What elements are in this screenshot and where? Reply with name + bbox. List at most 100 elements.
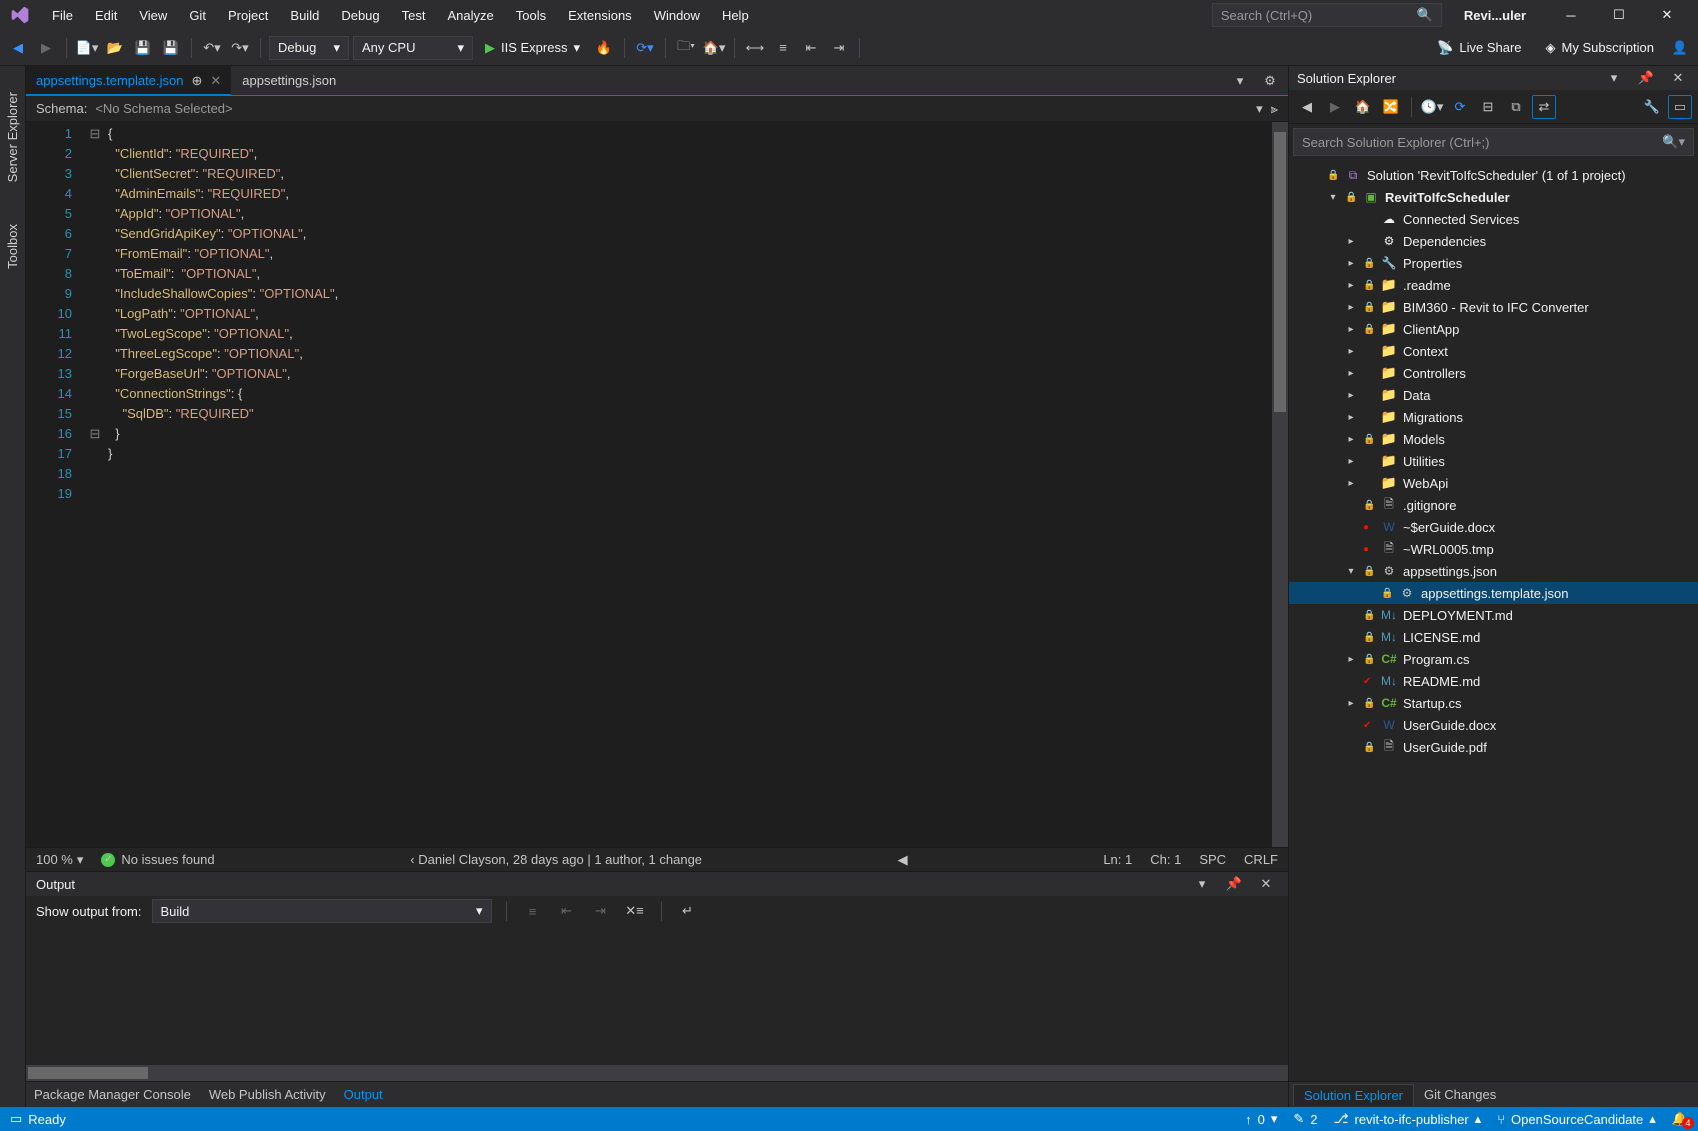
menu-window[interactable]: Window bbox=[644, 4, 710, 27]
tree-node[interactable]: 🔒🗎UserGuide.pdf bbox=[1289, 736, 1698, 758]
start-debug-button[interactable]: ▶ IIS Express ▾ bbox=[477, 36, 588, 60]
tree-node[interactable]: ▸🔒C#Startup.cs bbox=[1289, 692, 1698, 714]
tree-node[interactable]: ▸🔒ClientApp bbox=[1289, 318, 1698, 340]
expander-icon[interactable]: ▾ bbox=[1345, 566, 1357, 577]
collapse-all-button[interactable]: ⊟ bbox=[1476, 95, 1500, 119]
tab-appsettings-template[interactable]: appsettings.template.json ⊕ ✕ bbox=[26, 66, 232, 95]
undo-button[interactable]: ↶▾ bbox=[200, 36, 224, 60]
close-button[interactable]: ✕ bbox=[1644, 0, 1690, 30]
show-all-files-button[interactable]: ⧉ bbox=[1504, 95, 1528, 119]
menu-build[interactable]: Build bbox=[280, 4, 329, 27]
maximize-button[interactable]: ☐ bbox=[1596, 0, 1642, 30]
tree-node[interactable]: ▸WebApi bbox=[1289, 472, 1698, 494]
outdent-icon[interactable]: ⇤ bbox=[799, 36, 823, 60]
sync-button[interactable]: ⟳ bbox=[1448, 95, 1472, 119]
bottom-tab-package-manager-console[interactable]: Package Manager Console bbox=[34, 1087, 191, 1102]
codelens-info[interactable]: ‹ Daniel Clayson, 28 days ago | 1 author… bbox=[410, 852, 702, 867]
hot-reload-button[interactable]: 🔥 bbox=[592, 36, 616, 60]
tree-node[interactable]: 🔒🗎.gitignore bbox=[1289, 494, 1698, 516]
new-item-button[interactable]: 📄▾ bbox=[75, 36, 99, 60]
expander-icon[interactable]: ▸ bbox=[1345, 324, 1357, 335]
expander-icon[interactable]: ▸ bbox=[1345, 390, 1357, 401]
solution-explorer-search[interactable]: Search Solution Explorer (Ctrl+;) 🔍▾ bbox=[1293, 128, 1694, 156]
solution-tree[interactable]: 🔒⧉Solution 'RevitToIfcScheduler' (1 of 1… bbox=[1289, 160, 1698, 1081]
tab-appsettings[interactable]: appsettings.json bbox=[232, 66, 347, 95]
horizontal-scrollbar[interactable] bbox=[26, 1065, 1288, 1081]
clear-all-button[interactable]: ✕≡ bbox=[623, 899, 647, 923]
save-button[interactable]: 💾 bbox=[131, 36, 155, 60]
solution-config-combo[interactable]: Debug▾ bbox=[269, 36, 349, 60]
open-button[interactable]: 📂 bbox=[103, 36, 127, 60]
tree-node[interactable]: ●🗎~WRL0005.tmp bbox=[1289, 538, 1698, 560]
scrollbar-thumb[interactable] bbox=[1274, 132, 1286, 412]
tree-node[interactable]: ✔WUserGuide.docx bbox=[1289, 714, 1698, 736]
menu-tools[interactable]: Tools bbox=[506, 4, 556, 27]
output-source-combo[interactable]: Build▾ bbox=[152, 899, 492, 923]
menu-extensions[interactable]: Extensions bbox=[558, 4, 642, 27]
eol-indicator[interactable]: CRLF bbox=[1244, 852, 1278, 867]
tree-node[interactable]: ▸🔒Models bbox=[1289, 428, 1698, 450]
output-body[interactable] bbox=[26, 926, 1288, 1081]
tree-node[interactable]: ▸Migrations bbox=[1289, 406, 1698, 428]
tree-node[interactable]: ✔M↓README.md bbox=[1289, 670, 1698, 692]
tree-node[interactable]: ▸🔒.readme bbox=[1289, 274, 1698, 296]
indent-indicator[interactable]: SPC bbox=[1199, 852, 1226, 867]
tree-node[interactable]: 🔒⧉Solution 'RevitToIfcScheduler' (1 of 1… bbox=[1289, 164, 1698, 186]
menu-help[interactable]: Help bbox=[712, 4, 759, 27]
close-panel-button[interactable]: ✕ bbox=[1254, 872, 1278, 896]
notifications-button[interactable]: 🔔4 bbox=[1672, 1111, 1688, 1127]
menu-view[interactable]: View bbox=[129, 4, 177, 27]
goto-prev-button[interactable]: ⇤ bbox=[555, 899, 579, 923]
expander-icon[interactable]: ▸ bbox=[1345, 302, 1357, 313]
menu-file[interactable]: File bbox=[42, 4, 83, 27]
switch-views-button[interactable]: 🔀 bbox=[1379, 95, 1403, 119]
tree-node[interactable]: ☁Connected Services bbox=[1289, 208, 1698, 230]
expander-icon[interactable]: ▾ bbox=[1327, 192, 1339, 203]
pending-changes[interactable]: ✎2 bbox=[1293, 1111, 1317, 1127]
bottom-tab-output[interactable]: Output bbox=[344, 1087, 383, 1102]
expander-icon[interactable]: ▸ bbox=[1345, 346, 1357, 357]
tree-node[interactable]: ▾🔒▣RevitToIfcScheduler bbox=[1289, 186, 1698, 208]
expander-icon[interactable]: ▸ bbox=[1345, 258, 1357, 269]
comment-button[interactable]: ≡ bbox=[771, 36, 795, 60]
tree-node[interactable]: ▸🔒🔧Properties bbox=[1289, 252, 1698, 274]
tree-node[interactable]: ▸Utilities bbox=[1289, 450, 1698, 472]
expander-icon[interactable]: ▸ bbox=[1345, 412, 1357, 423]
line-indicator[interactable]: Ln: 1 bbox=[1103, 852, 1132, 867]
right-tab-git-changes[interactable]: Git Changes bbox=[1414, 1084, 1506, 1105]
expander-icon[interactable]: ▸ bbox=[1345, 368, 1357, 379]
tree-node[interactable]: ▸Controllers bbox=[1289, 362, 1698, 384]
schema-value[interactable]: <No Schema Selected> bbox=[95, 101, 1256, 116]
tree-node[interactable]: ●W~$erGuide.docx bbox=[1289, 516, 1698, 538]
tree-node[interactable]: ▸Context bbox=[1289, 340, 1698, 362]
account-button[interactable]: 👤 bbox=[1668, 36, 1692, 60]
vertical-scrollbar[interactable] bbox=[1272, 122, 1288, 847]
right-tab-solution-explorer[interactable]: Solution Explorer bbox=[1293, 1084, 1414, 1106]
panel-dropdown-button[interactable]: ▾ bbox=[1190, 872, 1214, 896]
indent-icon[interactable]: ⇥ bbox=[827, 36, 851, 60]
preview-toggle[interactable]: ▭ bbox=[1668, 95, 1692, 119]
tree-node[interactable]: ▸🔒C#Program.cs bbox=[1289, 648, 1698, 670]
code-content[interactable]: { "ClientId": "REQUIRED", "ClientSecret"… bbox=[104, 122, 1272, 847]
pending-changes-filter-button[interactable]: 🕓▾ bbox=[1420, 95, 1444, 119]
expander-icon[interactable]: ▸ bbox=[1345, 698, 1357, 709]
nav-back-button[interactable]: ◀ bbox=[1295, 95, 1319, 119]
solution-platform-combo[interactable]: Any CPU▾ bbox=[353, 36, 473, 60]
refresh-button[interactable]: ⟳▾ bbox=[633, 36, 657, 60]
word-wrap-button[interactable]: ↵ bbox=[676, 899, 700, 923]
split-icon[interactable]: ⫸ bbox=[1271, 101, 1278, 117]
issues-indicator[interactable]: ✓No issues found bbox=[101, 852, 214, 867]
menu-test[interactable]: Test bbox=[392, 4, 436, 27]
menu-git[interactable]: Git bbox=[179, 4, 216, 27]
rail-server-explorer[interactable]: Server Explorer bbox=[3, 86, 22, 188]
home-button[interactable]: 🏠 bbox=[1351, 95, 1375, 119]
tree-node[interactable]: 🔒⚙appsettings.template.json bbox=[1289, 582, 1698, 604]
rail-toolbox[interactable]: Toolbox bbox=[3, 218, 22, 275]
nav-left-icon[interactable]: ◀ bbox=[898, 852, 908, 868]
tab-settings-button[interactable]: ⚙ bbox=[1258, 69, 1282, 93]
tree-node[interactable]: ▸⚙Dependencies bbox=[1289, 230, 1698, 252]
redo-button[interactable]: ↷▾ bbox=[228, 36, 252, 60]
tree-node[interactable]: 🔒M↓DEPLOYMENT.md bbox=[1289, 604, 1698, 626]
tree-node[interactable]: ▸🔒BIM360 - Revit to IFC Converter bbox=[1289, 296, 1698, 318]
expander-icon[interactable]: ▸ bbox=[1345, 434, 1357, 445]
